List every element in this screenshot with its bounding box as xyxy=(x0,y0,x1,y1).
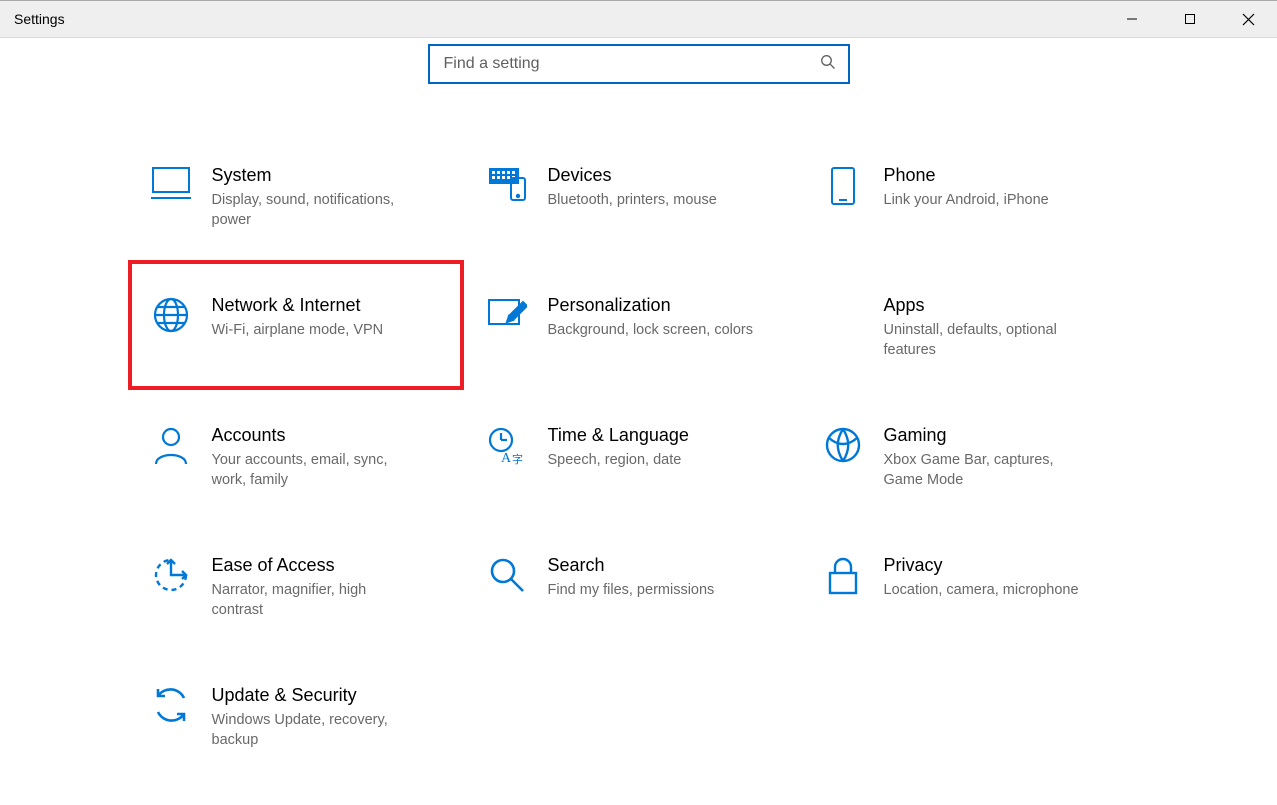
category-desc: Speech, region, date xyxy=(548,451,758,471)
category-desc: Background, lock screen, colors xyxy=(548,321,758,341)
search-input[interactable] xyxy=(442,54,802,74)
category-title: Devices xyxy=(548,164,778,187)
category-desc: Windows Update, recovery, backup xyxy=(212,711,422,750)
search-box[interactable] xyxy=(428,44,850,84)
gaming-icon xyxy=(822,424,864,464)
category-desc: Location, camera, microphone xyxy=(884,581,1094,601)
category-accounts[interactable]: Accounts Your accounts, email, sync, wor… xyxy=(128,390,464,520)
devices-icon xyxy=(486,164,528,204)
category-devices[interactable]: Devices Bluetooth, printers, mouse xyxy=(464,130,800,260)
category-title: Update & Security xyxy=(212,684,442,707)
category-title: Phone xyxy=(884,164,1114,187)
category-title: Search xyxy=(548,554,778,577)
svg-text:A: A xyxy=(501,451,512,466)
category-desc: Wi-Fi, airplane mode, VPN xyxy=(212,321,422,341)
close-button[interactable] xyxy=(1219,1,1277,37)
accounts-icon xyxy=(150,424,192,466)
category-privacy[interactable]: Privacy Location, camera, microphone xyxy=(800,520,1136,650)
search-icon xyxy=(820,54,836,75)
category-title: Personalization xyxy=(548,294,778,317)
search-category-icon xyxy=(486,554,528,594)
minimize-button[interactable] xyxy=(1103,1,1161,37)
category-desc: Link your Android, iPhone xyxy=(884,191,1094,211)
category-update-security[interactable]: Update & Security Windows Update, recove… xyxy=(128,650,464,780)
maximize-icon xyxy=(1184,13,1196,25)
category-desc: Your accounts, email, sync, work, family xyxy=(212,451,422,490)
time-language-icon: A 字 xyxy=(486,424,528,466)
category-title: Accounts xyxy=(212,424,442,447)
window-controls xyxy=(1103,1,1277,37)
category-phone[interactable]: Phone Link your Android, iPhone xyxy=(800,130,1136,260)
close-icon xyxy=(1242,13,1255,26)
category-ease-of-access[interactable]: Ease of Access Narrator, magnifier, high… xyxy=(128,520,464,650)
category-title: Ease of Access xyxy=(212,554,442,577)
category-desc: Find my files, permissions xyxy=(548,581,758,601)
personalization-icon xyxy=(486,294,528,330)
category-title: Time & Language xyxy=(548,424,778,447)
ease-of-access-icon xyxy=(150,554,192,594)
globe-icon xyxy=(150,294,192,334)
category-desc: Xbox Game Bar, captures, Game Mode xyxy=(884,451,1094,490)
category-desc: Bluetooth, printers, mouse xyxy=(548,191,758,211)
system-icon xyxy=(150,164,192,200)
category-title: Network & Internet xyxy=(212,294,442,317)
category-personalization[interactable]: Personalization Background, lock screen,… xyxy=(464,260,800,390)
category-desc: Uninstall, defaults, optional features xyxy=(884,321,1094,360)
categories-scroll[interactable]: System Display, sound, notifications, po… xyxy=(0,130,1267,805)
category-system[interactable]: System Display, sound, notifications, po… xyxy=(128,130,464,260)
category-desc: Narrator, magnifier, high contrast xyxy=(212,581,422,620)
category-time-language[interactable]: A 字 Time & Language Speech, region, date xyxy=(464,390,800,520)
category-apps[interactable]: Apps Uninstall, defaults, optional featu… xyxy=(800,260,1136,390)
update-icon xyxy=(150,684,192,724)
minimize-icon xyxy=(1126,13,1138,25)
maximize-button[interactable] xyxy=(1161,1,1219,37)
category-title: Apps xyxy=(884,294,1114,317)
category-gaming[interactable]: Gaming Xbox Game Bar, captures, Game Mod… xyxy=(800,390,1136,520)
apps-icon xyxy=(822,294,864,330)
category-network[interactable]: Network & Internet Wi-Fi, airplane mode,… xyxy=(128,260,464,390)
category-search[interactable]: Search Find my files, permissions xyxy=(464,520,800,650)
category-desc: Display, sound, notifications, power xyxy=(212,191,422,230)
category-title: Privacy xyxy=(884,554,1114,577)
category-title: Gaming xyxy=(884,424,1114,447)
phone-icon xyxy=(822,164,864,206)
titlebar: Settings xyxy=(0,0,1277,38)
categories-grid: System Display, sound, notifications, po… xyxy=(128,130,1140,780)
svg-text:字: 字 xyxy=(512,452,523,466)
lock-icon xyxy=(822,554,864,596)
category-title: System xyxy=(212,164,442,187)
window-title: Settings xyxy=(14,11,65,27)
